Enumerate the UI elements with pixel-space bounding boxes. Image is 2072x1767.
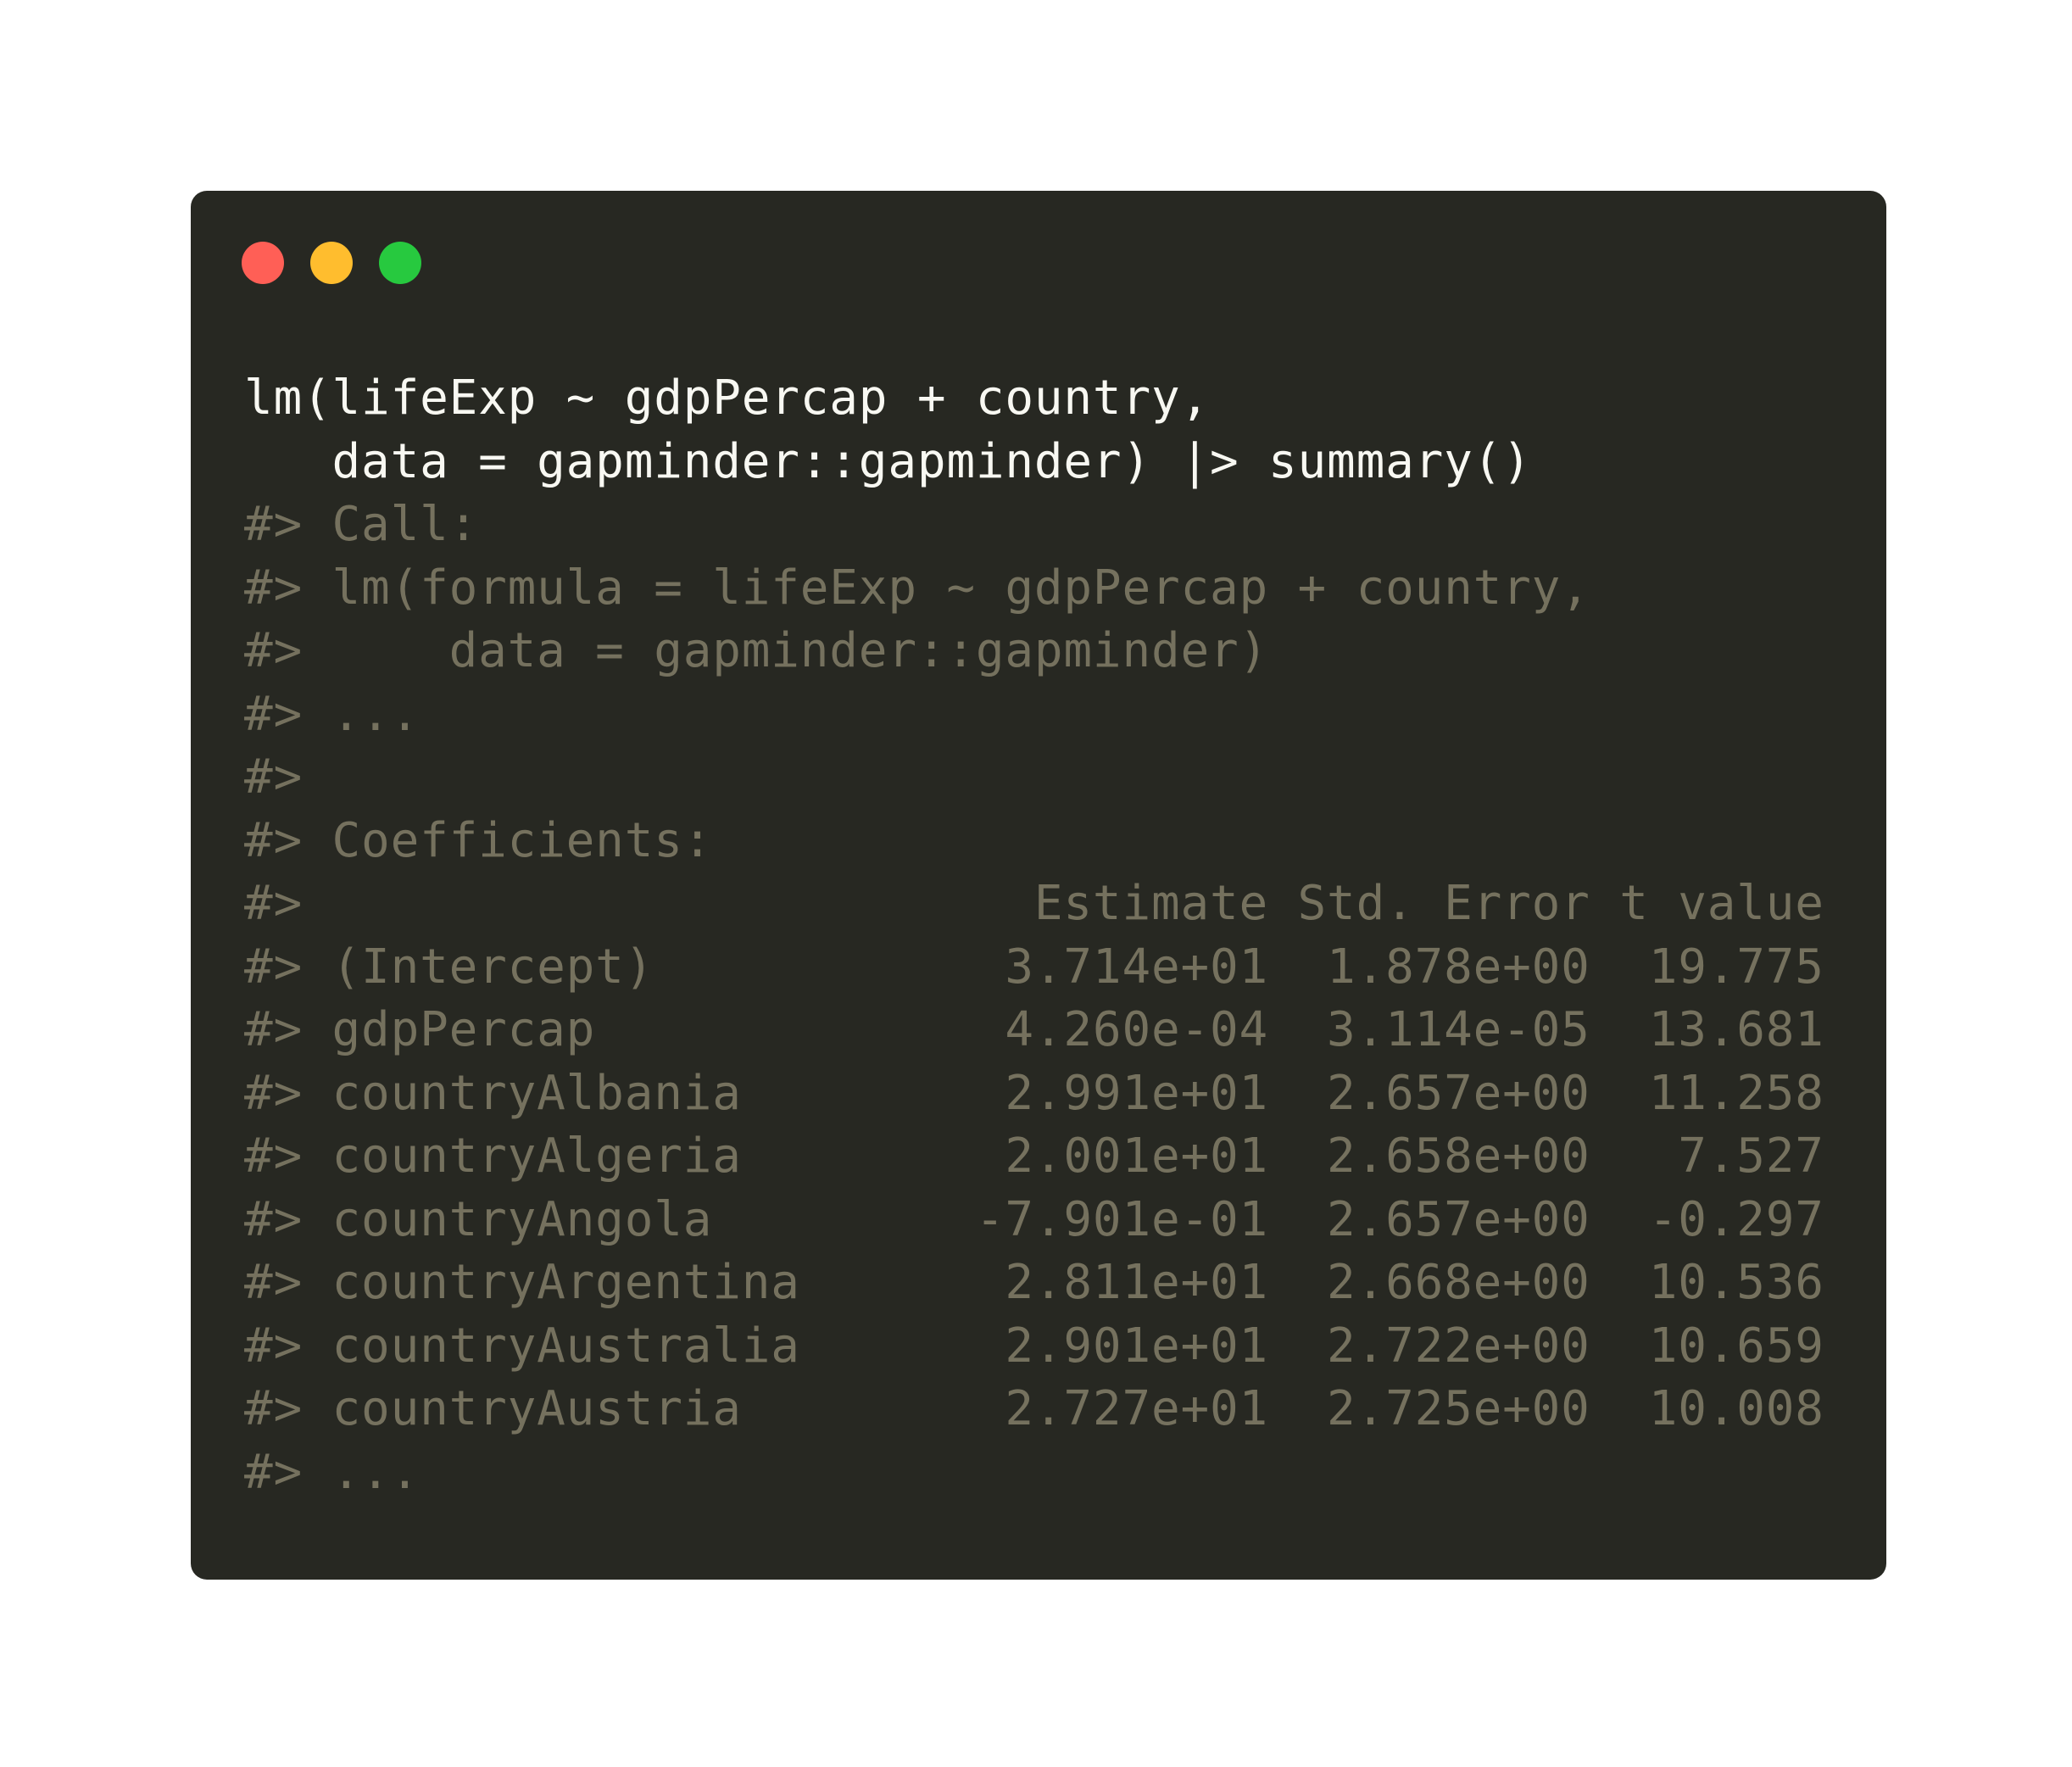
code-line-output: #> Coefficients: <box>244 812 713 868</box>
coefficient-row: #> countryAustria 2.727e+01 2.725e+00 10… <box>244 1381 1824 1436</box>
code-line-output: #> <box>244 750 304 805</box>
code-window: lm(lifeExp ~ gdpPercap + country, data =… <box>191 191 1886 1580</box>
code-line-input: lm(lifeExp ~ gdpPercap + country, <box>244 371 1210 426</box>
coefficient-row: #> countryAustralia 2.901e+01 2.722e+00 … <box>244 1318 1824 1374</box>
code-block: lm(lifeExp ~ gdpPercap + country, data =… <box>244 367 1824 1504</box>
code-line-output: #> lm(formula = lifeExp ~ gdpPercap + co… <box>244 560 1590 616</box>
coefficient-row: #> countryAngola -7.901e-01 2.657e+00 -0… <box>244 1191 1824 1247</box>
coefficient-row: #> countryAlbania 2.991e+01 2.657e+00 11… <box>244 1065 1824 1121</box>
code-line-output: #> Call: <box>244 497 479 552</box>
coefficients-header-row: #> Estimate Std. Error t value <box>244 876 1824 931</box>
window-controls <box>242 242 448 284</box>
maximize-window-dot-icon[interactable] <box>379 242 421 284</box>
coefficient-row: #> gdpPercap 4.260e-04 3.114e-05 13.681 <box>244 1002 1824 1057</box>
close-window-dot-icon[interactable] <box>242 242 284 284</box>
code-line-input: data = gapminder::gapminder) |> summary(… <box>244 433 1532 489</box>
code-line-output: #> ... <box>244 686 421 742</box>
minimize-window-dot-icon[interactable] <box>310 242 353 284</box>
code-line-output: #> data = gapminder::gapminder) <box>244 623 1269 678</box>
code-line-output: #> ... <box>244 1444 421 1500</box>
coefficient-row: #> (Intercept) 3.714e+01 1.878e+00 19.77… <box>244 939 1824 995</box>
coefficient-row: #> countryAlgeria 2.001e+01 2.658e+00 7.… <box>244 1129 1824 1184</box>
coefficient-row: #> countryArgentina 2.811e+01 2.668e+00 … <box>244 1255 1824 1310</box>
